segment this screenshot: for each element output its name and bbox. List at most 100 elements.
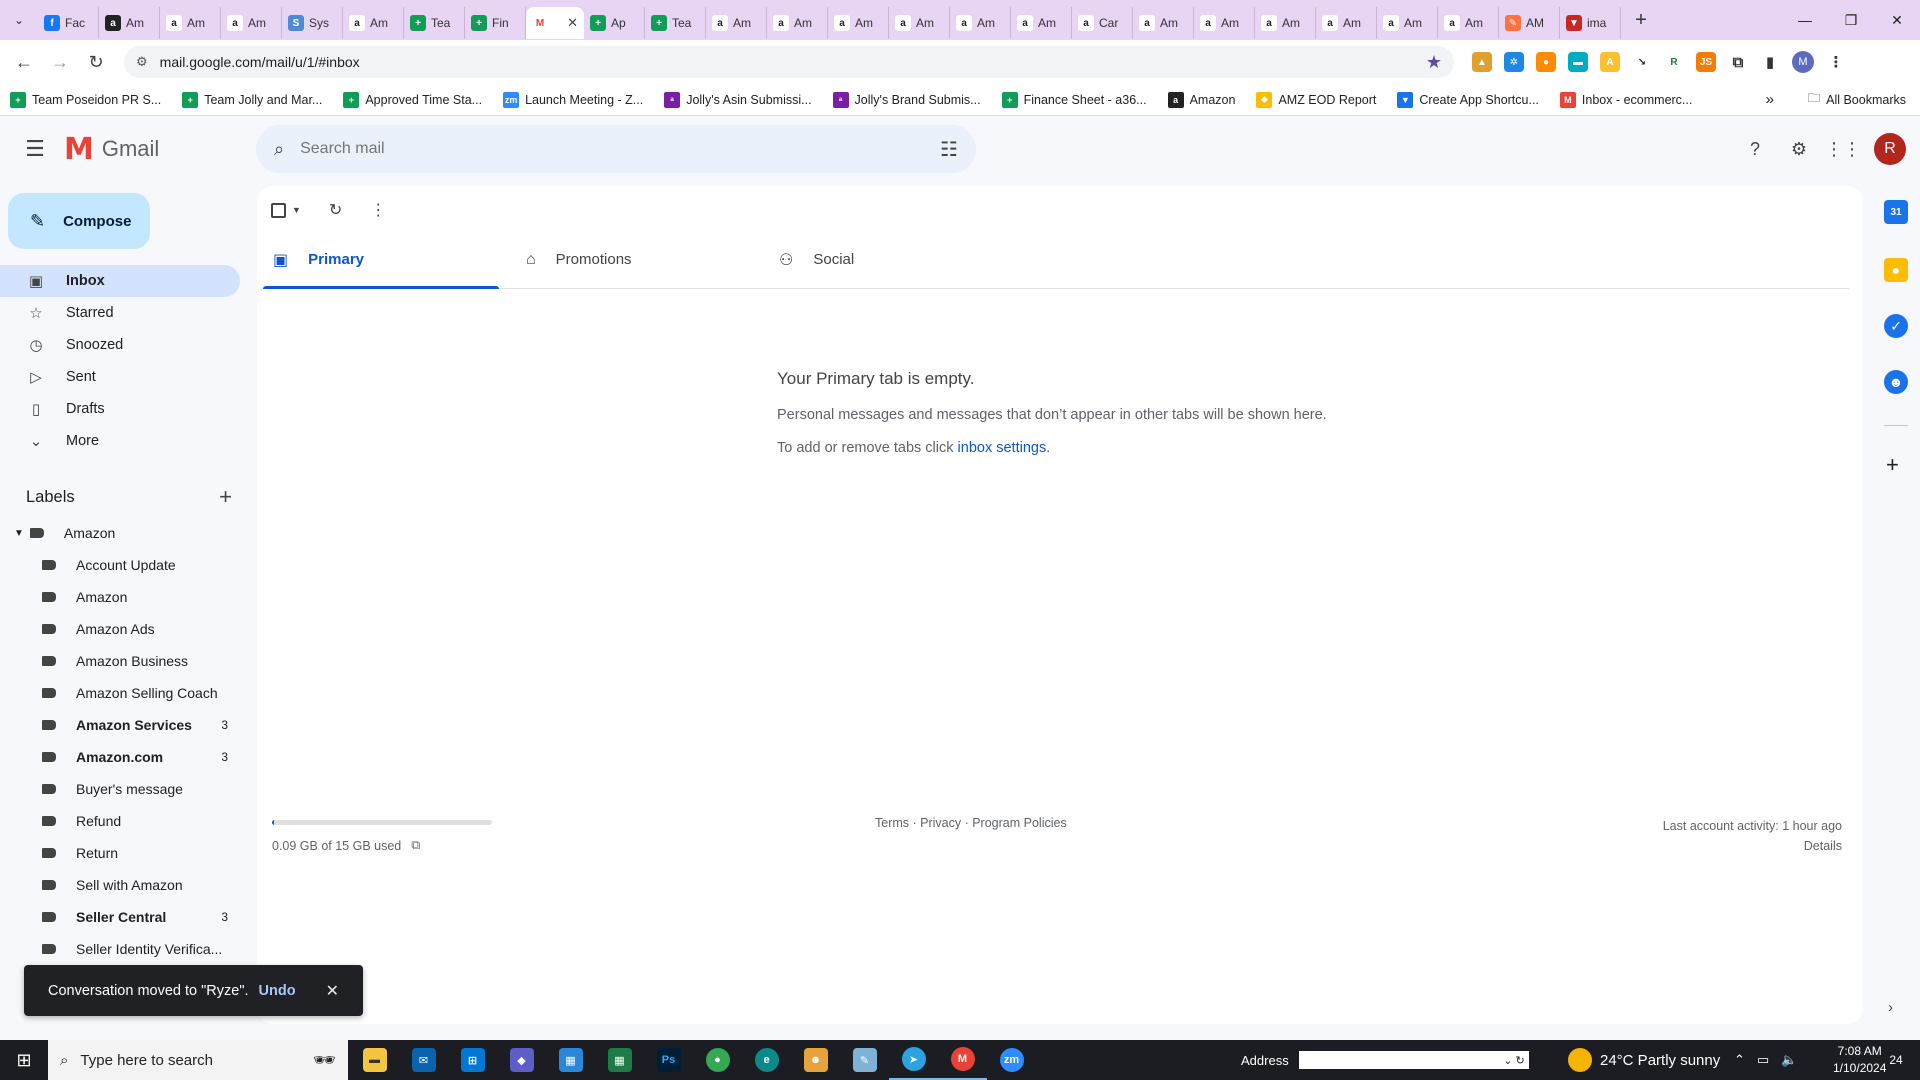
volume-icon[interactable]: 🔈 xyxy=(1781,1052,1797,1068)
bookmark-item[interactable]: ◆ AMZ EOD Report xyxy=(1256,91,1376,108)
refresh-icon[interactable]: ↻ xyxy=(329,200,342,220)
label-item[interactable]: Amazon Services 3 xyxy=(0,709,240,741)
nav-item-sent[interactable]: ▷ Sent xyxy=(0,361,240,393)
main-menu-icon[interactable]: ☰ xyxy=(11,125,59,173)
forward-button[interactable]: → xyxy=(44,46,76,78)
extension-icon[interactable]: ▲ xyxy=(1472,52,1492,72)
mail-app-icon[interactable]: ✉ xyxy=(399,1040,448,1080)
help-icon[interactable]: ? xyxy=(1742,136,1768,162)
chrome-icon[interactable]: ● xyxy=(693,1040,742,1080)
browser-tab[interactable]: + Ap xyxy=(584,7,645,39)
browser-tab[interactable]: a Am xyxy=(221,7,282,39)
extension-icon[interactable]: ▬ xyxy=(1568,52,1588,72)
extension-icon[interactable]: R xyxy=(1664,52,1684,72)
label-item[interactable]: Return xyxy=(0,837,240,869)
nav-item-inbox[interactable]: ▣ Inbox xyxy=(0,265,240,297)
label-item[interactable]: Buyer's message xyxy=(0,773,240,805)
tab-promotions[interactable]: ⌂ Promotions xyxy=(516,231,769,288)
calendar-icon[interactable]: 31 xyxy=(1884,200,1908,224)
tab-search-icon[interactable]: ⌄ xyxy=(6,7,32,33)
label-item[interactable]: Account Update xyxy=(0,549,240,581)
label-item[interactable]: Amazon.com 3 xyxy=(0,741,240,773)
label-item[interactable]: Amazon Ads xyxy=(0,613,240,645)
bookmark-item[interactable]: + Finance Sheet - a36... xyxy=(1001,91,1147,108)
browser-tab[interactable]: a Am xyxy=(1011,7,1072,39)
zoom-icon[interactable]: zm xyxy=(987,1040,1036,1080)
nav-item-starred[interactable]: ☆ Starred xyxy=(0,297,240,329)
browser-tab[interactable]: a Am xyxy=(706,7,767,39)
contacts-icon[interactable]: ☻ xyxy=(1884,370,1908,394)
browser-tab[interactable]: M ✕ xyxy=(526,7,584,39)
calculator-icon[interactable]: ▦ xyxy=(595,1040,644,1080)
bookmark-item[interactable]: ᵃ Jolly's Brand Submis... xyxy=(832,91,981,108)
browser-tab[interactable]: a Am xyxy=(889,7,950,39)
keep-icon[interactable]: ● xyxy=(1884,258,1908,282)
get-addons-icon[interactable]: + xyxy=(1886,452,1899,478)
bookmark-item[interactable]: zm Launch Meeting - Z... xyxy=(503,91,643,108)
search-input[interactable] xyxy=(300,140,941,158)
browser-profile-avatar[interactable]: M xyxy=(1792,51,1814,73)
all-bookmarks-button[interactable]: 🗀 All Bookmarks xyxy=(1808,89,1906,110)
label-item[interactable]: Amazon Business xyxy=(0,645,240,677)
browser-tab[interactable]: + Tea xyxy=(404,7,465,39)
windows-start-icon[interactable]: ⊞ xyxy=(0,1040,48,1080)
undo-button[interactable]: Undo xyxy=(259,983,296,999)
address-input[interactable]: ⌄ ↻ xyxy=(1298,1051,1529,1069)
activity-details-link[interactable]: Details xyxy=(1663,836,1842,856)
close-window-button[interactable]: ✕ xyxy=(1874,0,1920,40)
taskbar-search[interactable]: ⌕ Type here to search 🕶 xyxy=(48,1040,348,1080)
select-all-checkbox[interactable]: ▼ xyxy=(271,202,301,218)
bookmark-item[interactable]: M Inbox - ecommerc... xyxy=(1559,91,1692,108)
search-options-icon[interactable]: ☷ xyxy=(940,137,958,162)
tab-social[interactable]: ⚇ Social xyxy=(769,231,1022,288)
weather-widget[interactable]: 24°C Partly sunny xyxy=(1568,1048,1720,1072)
extension-icon[interactable]: JS xyxy=(1696,52,1716,72)
browser-tab[interactable]: a Am xyxy=(1438,7,1499,39)
nav-item-snoozed[interactable]: ◷ Snoozed xyxy=(0,329,240,361)
browser-tab[interactable]: f Fac xyxy=(38,7,99,39)
browser-tab[interactable]: a Am xyxy=(1377,7,1438,39)
file-explorer-icon[interactable]: ▬ xyxy=(350,1040,399,1080)
extension-icon[interactable]: ● xyxy=(1536,52,1556,72)
browser-tab[interactable]: a Am xyxy=(828,7,889,39)
store-icon[interactable]: ⊞ xyxy=(448,1040,497,1080)
notifications-icon[interactable]: 24 xyxy=(1880,1044,1912,1076)
tab-primary[interactable]: ▣ Primary xyxy=(263,231,516,289)
browser-tab[interactable]: a Am xyxy=(950,7,1011,39)
bookmark-item[interactable]: ᵃ Jolly's Asin Submissi... xyxy=(664,91,812,108)
nav-item-drafts[interactable]: ▯ Drafts xyxy=(0,393,240,425)
apps-grid-icon[interactable]: ⋮⋮ xyxy=(1825,136,1861,162)
minimize-button[interactable]: — xyxy=(1782,0,1828,40)
browser-tab[interactable]: a Am xyxy=(1133,7,1194,39)
app-icon[interactable]: ☻ xyxy=(791,1040,840,1080)
search-icon[interactable]: ⌕ xyxy=(274,139,284,160)
bookmark-item[interactable]: + Approved Time Sta... xyxy=(343,91,482,108)
edge-icon[interactable]: e xyxy=(742,1040,791,1080)
back-button[interactable]: ← xyxy=(8,46,40,78)
app-icon[interactable]: ▦ xyxy=(546,1040,595,1080)
label-item[interactable]: Amazon Selling Coach xyxy=(0,677,240,709)
app-icon[interactable]: ◆ xyxy=(497,1040,546,1080)
extension-icon[interactable]: ↘ xyxy=(1632,52,1652,72)
close-icon[interactable]: ✕ xyxy=(326,981,339,1001)
gmail-logo[interactable]: M Gmail xyxy=(64,132,159,167)
browser-tab[interactable]: + Tea xyxy=(645,7,706,39)
browser-tab[interactable]: a Am xyxy=(343,7,404,39)
browser-tab[interactable]: ▼ ima xyxy=(1560,7,1621,39)
browser-tab[interactable]: ✎ AM xyxy=(1499,7,1560,39)
extensions-puzzle-icon[interactable]: ⧉ xyxy=(1728,52,1748,72)
restore-button[interactable]: ❐ xyxy=(1828,0,1874,40)
photoshop-icon[interactable]: Ps xyxy=(644,1040,693,1080)
address-bar[interactable]: ⚙ mail.google.com/mail/u/1/#inbox ★ xyxy=(124,46,1454,78)
nav-item-more[interactable]: ⌄ More xyxy=(0,425,240,457)
label-item[interactable]: Refund xyxy=(0,805,240,837)
new-tab-button[interactable]: + xyxy=(1625,4,1657,36)
browser-tab[interactable]: a Am xyxy=(1194,7,1255,39)
url-text[interactable]: mail.google.com/mail/u/1/#inbox xyxy=(160,54,1426,70)
bookmark-item[interactable]: ▼ Create App Shortcu... xyxy=(1397,91,1539,108)
bookmark-item[interactable]: a Amazon xyxy=(1167,91,1235,108)
label-item[interactable]: Seller Identity Verifica... xyxy=(0,933,240,965)
inbox-settings-link[interactable]: inbox settings xyxy=(958,440,1047,456)
taskbar-clock[interactable]: 7:08 AM 1/10/2024 xyxy=(1833,1043,1886,1077)
telegram-icon[interactable]: ➤ xyxy=(889,1040,938,1080)
